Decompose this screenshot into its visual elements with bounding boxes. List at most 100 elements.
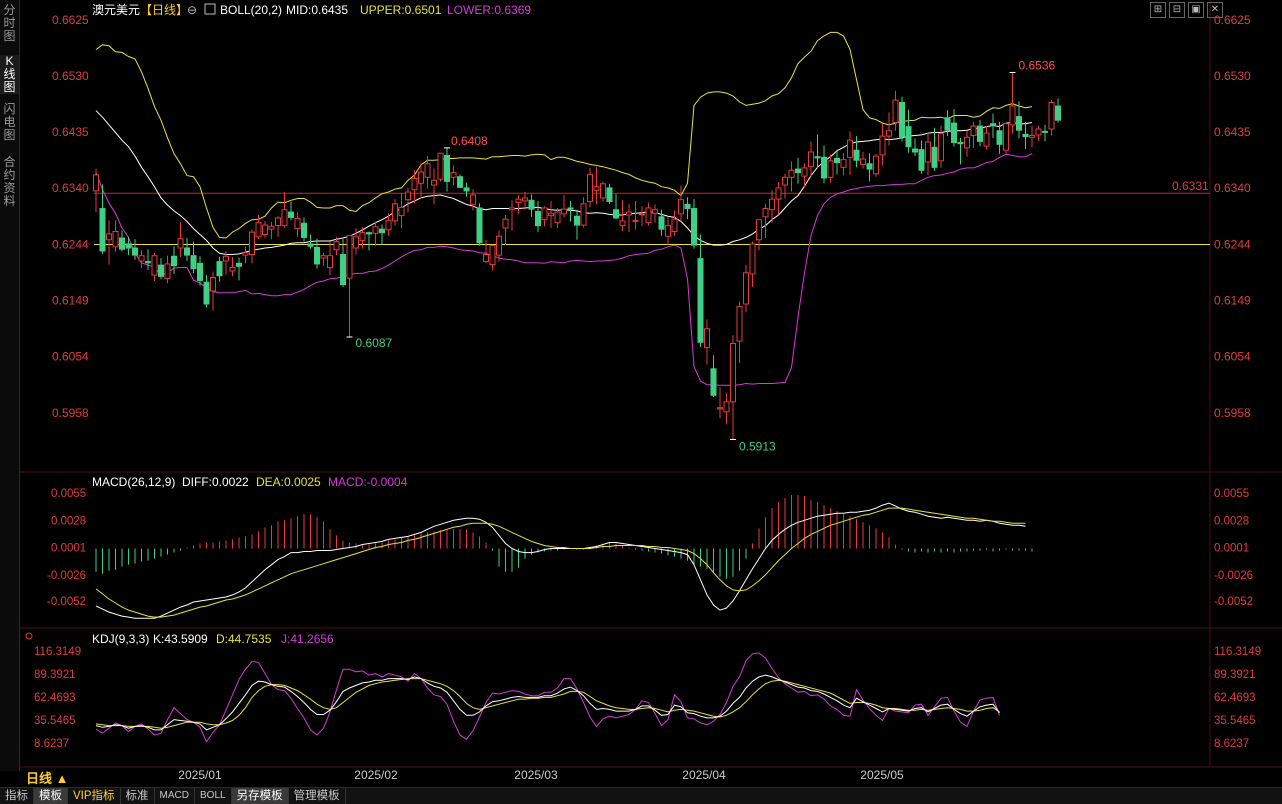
candle-body	[177, 238, 184, 249]
candle-body	[275, 217, 281, 227]
candle-body	[210, 276, 216, 292]
candle-body	[814, 156, 821, 159]
chart-area[interactable]: 澳元美元 【日线】 ⊖ BOLL(20,2) MID:0.6435 UPPER:…	[0, 0, 1282, 787]
candle-body	[593, 186, 600, 191]
macd-tick-label: 0.0055	[51, 488, 86, 500]
time-tick-label: 2025/04	[682, 768, 726, 782]
candle-body	[905, 126, 912, 148]
candle-body	[587, 173, 593, 202]
candle-body	[366, 232, 372, 235]
candle-body	[632, 219, 639, 222]
price-tick-label: 0.6340	[52, 181, 89, 195]
candle-body	[164, 263, 171, 280]
candle-body	[912, 148, 918, 153]
candle-body	[1022, 133, 1029, 138]
tab-templates[interactable]: 模板	[34, 788, 68, 804]
candle-body	[496, 235, 502, 256]
price-tick-label: 0.5958	[1214, 406, 1251, 420]
window-controls: ⊞ ⊟ ▣ ✕	[1150, 2, 1223, 18]
kdj-tick-label: 35.5465	[1214, 715, 1256, 727]
macd-tick-label: -0.0026	[1214, 570, 1253, 582]
period-selector-button[interactable]: 日线 ▲	[22, 770, 72, 787]
close-icon[interactable]: ✕	[1207, 2, 1223, 18]
candle-body	[944, 117, 951, 131]
candle-body	[307, 243, 314, 247]
bottom-toolbar: 指标 模板 VIP指标 标准 MACD BOLL 另存模板 管理模板	[0, 787, 1282, 804]
price-tick-label: 0.6530	[1214, 69, 1251, 83]
candle-body	[262, 224, 268, 235]
tab-manage-templates[interactable]: 管理模板	[289, 788, 346, 804]
candle-body	[99, 208, 106, 252]
high-annotation: 0.6408	[451, 134, 488, 148]
candle-body	[665, 225, 671, 237]
candle-body	[639, 213, 645, 216]
candle-body	[249, 231, 255, 256]
price-axis-right: 0.66250.65300.64350.63400.62440.61490.60…	[1214, 13, 1251, 420]
low-annotation: 0.6087	[356, 336, 393, 350]
candle-body	[717, 407, 723, 410]
candle-body	[379, 228, 385, 234]
candle-body	[424, 163, 431, 178]
candle-body	[801, 167, 808, 177]
candle-body	[821, 156, 827, 179]
candle-body	[970, 125, 977, 136]
macd-tick-label: -0.0052	[1214, 596, 1253, 608]
tab-save-template[interactable]: 另存模板	[231, 788, 289, 804]
tab-macd[interactable]: MACD	[155, 788, 195, 804]
candle-body	[470, 194, 476, 205]
kdj-k-line	[95, 674, 1000, 731]
price-tick-label: 0.6054	[1214, 349, 1251, 363]
candle-body	[678, 199, 684, 215]
tile-icon[interactable]: ⊞	[1150, 2, 1166, 18]
candle-body	[762, 208, 769, 218]
price-tick-label: 0.5958	[52, 406, 89, 420]
candle-body	[418, 171, 424, 184]
low-annotation: 0.5913	[739, 440, 776, 454]
candle-body	[840, 159, 847, 168]
maximize-icon[interactable]: ▣	[1188, 2, 1204, 18]
candle-body	[1035, 128, 1042, 136]
candle-body	[392, 203, 398, 222]
tab-vip-indicators[interactable]: VIP指标	[68, 788, 121, 804]
tab-standard[interactable]: 标准	[121, 788, 155, 804]
candle-body	[964, 136, 970, 149]
candle-body	[554, 211, 561, 224]
candle-body	[541, 207, 548, 221]
kdj-tick-label: 8.6237	[34, 738, 69, 750]
candle-body	[314, 246, 320, 265]
kdj-j-value: J:41.2656	[281, 632, 334, 646]
split-icon[interactable]: ⊟	[1169, 2, 1185, 18]
tab-boll[interactable]: BOLL	[195, 788, 232, 804]
candle-body	[853, 149, 860, 161]
candle-body	[795, 168, 801, 174]
indicator-settings-icon[interactable]	[204, 3, 216, 15]
candle-body	[691, 208, 697, 246]
candle-body	[333, 241, 340, 251]
candle-body	[106, 233, 112, 241]
time-tick-label: 2025/03	[514, 768, 558, 782]
price-axis-left: 0.6625 0.6530 0.6435 0.6340 0.6244 0.6149 0.60…	[52, 13, 89, 420]
candle-body	[398, 206, 405, 217]
candle-body	[574, 215, 580, 226]
candle-body	[652, 209, 658, 214]
tab-indicators[interactable]: 指标	[0, 788, 34, 804]
kdj-marker-icon[interactable]	[25, 632, 33, 640]
candle-body	[1048, 101, 1055, 130]
candle-body	[834, 157, 840, 164]
candle-body	[385, 219, 392, 231]
kdj-tick-label: 35.5465	[34, 715, 76, 727]
candle-body	[860, 158, 866, 165]
macd-tick-label: 0.0028	[1214, 515, 1249, 527]
circle-minus-icon[interactable]: ⊖	[187, 3, 197, 17]
candle-body	[190, 255, 197, 270]
candle-body	[476, 207, 483, 244]
candle-body	[502, 218, 509, 229]
macd-axis-left: 0.0055 0.0028 0.0001 -0.0026 -0.0052	[47, 488, 86, 608]
kdj-tick-label: 116.3149	[34, 646, 81, 658]
price-tick-label: 0.6149	[52, 293, 89, 307]
candle-body	[457, 176, 463, 188]
price-tick-label: 0.6149	[1214, 293, 1251, 307]
candle-body	[879, 135, 886, 156]
candle-body	[1016, 116, 1022, 131]
candle-body	[509, 207, 515, 211]
